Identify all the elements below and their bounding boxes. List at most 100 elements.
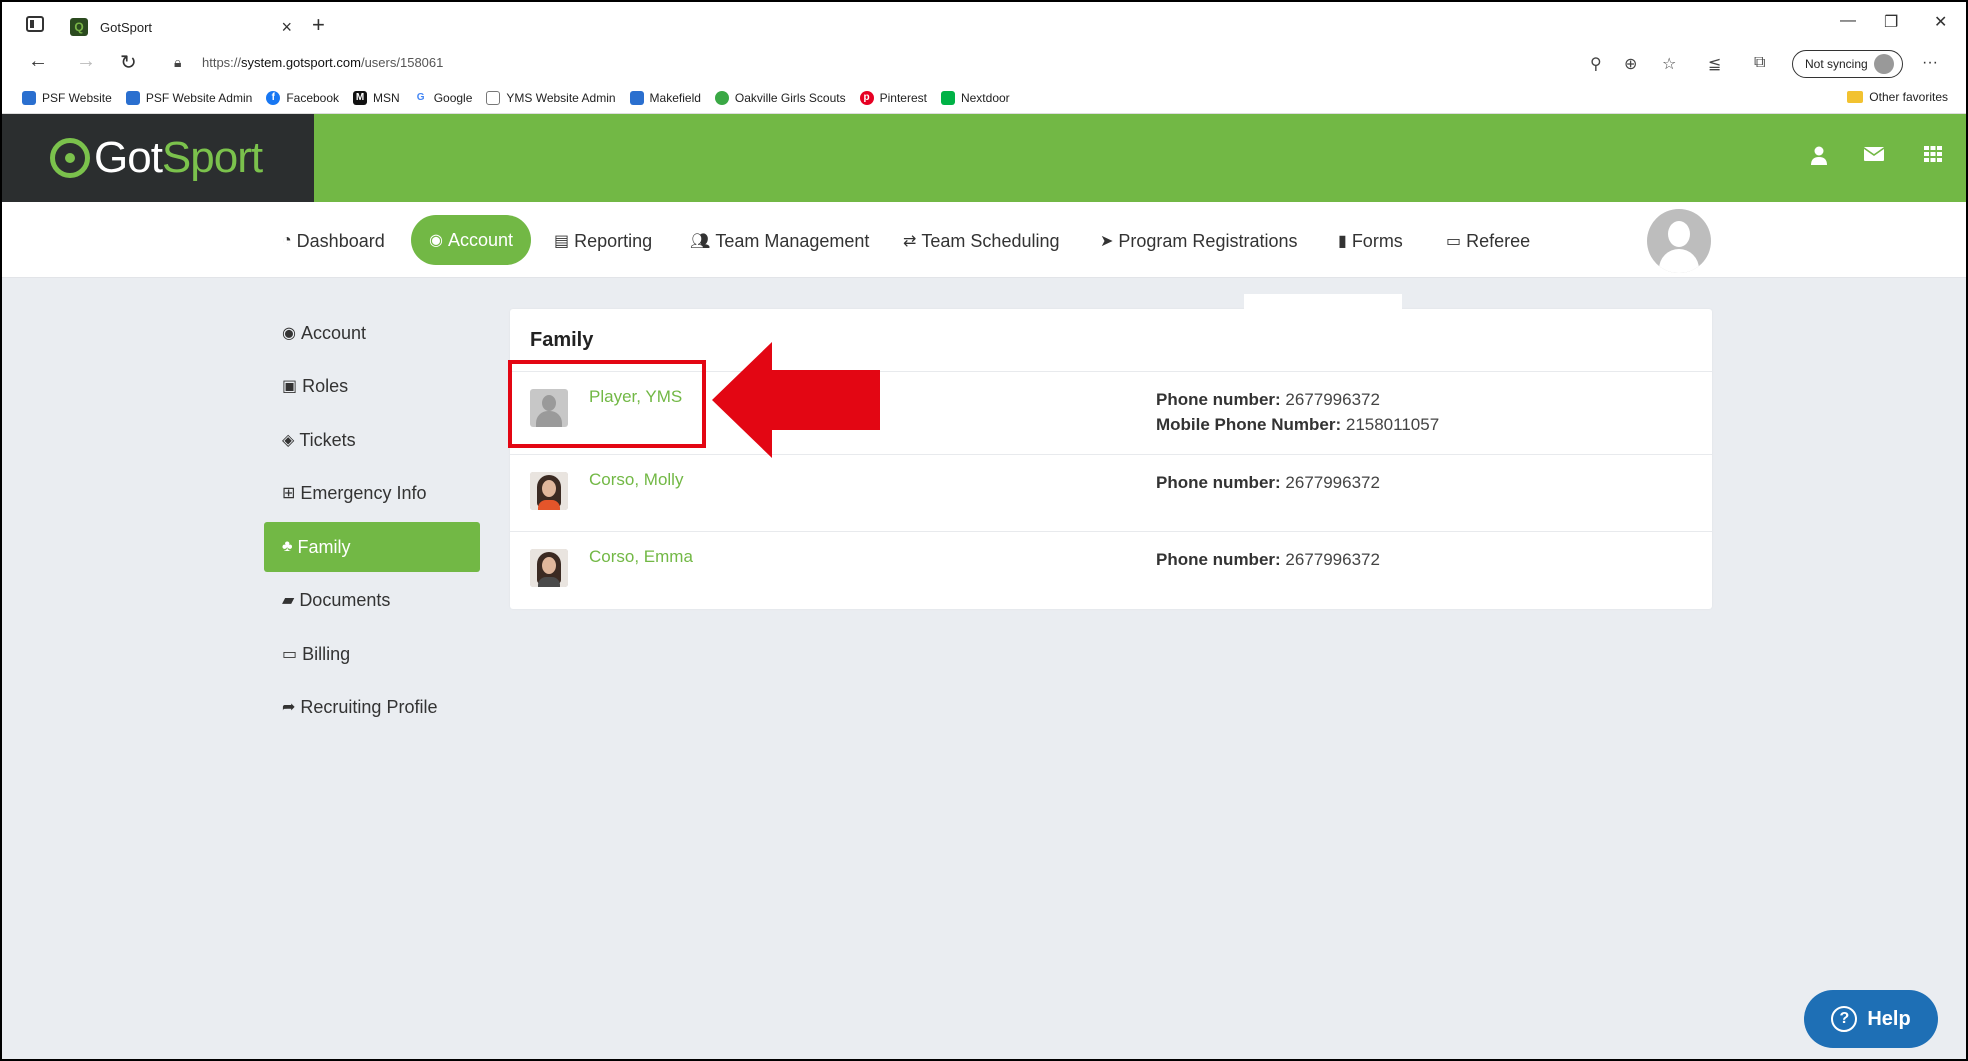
photo-face	[542, 557, 556, 574]
favorite-google[interactable]: G Google	[413, 90, 472, 105]
favorite-label: YMS Website Admin	[506, 90, 616, 105]
grid-menu-icon[interactable]	[1924, 146, 1944, 166]
nav-forms[interactable]: ▮ Forms	[1338, 226, 1403, 256]
new-tab-icon[interactable]: +	[312, 12, 325, 38]
other-favorites-folder[interactable]: Other favorites	[1847, 90, 1948, 104]
folder-icon	[1847, 91, 1864, 103]
msn-icon: M	[353, 90, 368, 105]
phone-line: Phone number: 2677996372	[1156, 387, 1439, 412]
help-button[interactable]: ? Help	[1804, 990, 1938, 1048]
sidebar-item-label: Account	[300, 322, 367, 343]
favorite-oakville-girls-scouts[interactable]: Oakville Girls Scouts	[714, 90, 846, 105]
user-icon[interactable]	[1810, 146, 1830, 166]
favorites-icon[interactable]: ≦	[1708, 54, 1721, 74]
favorites-bar: PSF Website PSF Website Admin f Facebook …	[2, 82, 1966, 114]
family-card: Family Player, YMS Phone number: 2677996…	[510, 309, 1712, 609]
favorite-yms-website-admin[interactable]: YMS Website Admin	[486, 90, 616, 105]
sidebar-item-label: Roles	[302, 375, 349, 396]
member-contact: Phone number: 2677996372	[1156, 547, 1380, 572]
help-label: Help	[1867, 1007, 1911, 1030]
back-icon[interactable]: ←	[28, 50, 48, 73]
close-window-icon[interactable]: ✕	[1934, 12, 1947, 32]
collections-icon[interactable]: ⧉	[1754, 54, 1765, 72]
reload-icon[interactable]: ↻	[120, 50, 137, 75]
nav-label: Account	[447, 229, 514, 250]
content-area: ◉ Account ▣ Roles ◈ Tickets ⊞ Emergency Info…	[2, 278, 1966, 1059]
nav-account[interactable]: ◉ Account	[411, 215, 532, 265]
sidebar-item-account[interactable]: ◉ Account	[264, 308, 480, 358]
sidebar-item-tickets[interactable]: ◈ Tickets	[264, 415, 480, 465]
tab-title: GotSport	[100, 19, 153, 35]
favorite-makefield[interactable]: Makefield	[629, 90, 701, 105]
nav-program-registrations[interactable]: ➤ Program Registrations	[1100, 226, 1297, 256]
other-favorites-label: Other favorites	[1869, 90, 1948, 104]
nav-label: Team Scheduling	[921, 230, 1060, 251]
minimize-icon[interactable]: —	[1840, 12, 1856, 30]
favorite-psf-website[interactable]: PSF Website	[22, 90, 112, 105]
tab-close-icon[interactable]: ×	[281, 17, 292, 38]
key-icon[interactable]: ⚲	[1590, 54, 1602, 74]
nav-team-management[interactable]: 👥︎ Team Management	[690, 226, 869, 256]
screenshot-frame: Q GotSport × + — ❐ ✕ ← → ↻ 🔒︎ https://sy…	[0, 0, 1968, 1061]
zoom-icon[interactable]: ⊕	[1624, 54, 1637, 74]
user-circle-icon: ◉	[282, 325, 296, 342]
phone-label: Phone number:	[1156, 473, 1281, 492]
phone-line: Phone number: 2677996372	[1156, 547, 1380, 572]
favorite-label: Oakville Girls Scouts	[734, 90, 846, 105]
nav-referee[interactable]: ▭ Referee	[1446, 226, 1530, 256]
mobile-value: 2158011057	[1345, 415, 1440, 434]
question-circle-icon: ?	[1831, 1006, 1858, 1032]
browser-tab-bar: Q GotSport × + — ❐ ✕	[2, 2, 1966, 46]
favorite-msn[interactable]: M MSN	[353, 90, 400, 105]
sitemap-icon: ♣	[282, 538, 293, 555]
restore-icon[interactable]: ❐	[1884, 12, 1898, 32]
gotsport-favicon-icon: Q	[70, 18, 88, 36]
member-contact: Phone number: 2677996372 Mobile Phone Nu…	[1156, 387, 1439, 437]
phone-label: Phone number:	[1156, 550, 1281, 569]
member-name-link[interactable]: Corso, Emma	[589, 547, 693, 567]
lock-icon[interactable]: 🔒︎	[174, 54, 181, 71]
nav-reporting[interactable]: ▤ Reporting	[554, 226, 652, 256]
mobile-line: Mobile Phone Number: 2158011057	[1156, 412, 1439, 437]
annotation-arrow-icon	[712, 342, 880, 458]
more-options-icon[interactable]: ···	[1922, 54, 1938, 72]
gotsport-logo[interactable]: GotSport	[2, 114, 314, 202]
favorite-label: PSF Website Admin	[145, 90, 253, 105]
sidebar-item-family[interactable]: ♣ Family	[264, 522, 480, 572]
envelope-icon[interactable]	[1863, 146, 1885, 166]
browser-address-bar: ← → ↻ 🔒︎ https://system.gotsport.com/use…	[2, 46, 1966, 82]
favorite-pinterest[interactable]: p Pinterest	[859, 90, 927, 105]
nav-team-scheduling[interactable]: ⇄ Team Scheduling	[903, 226, 1060, 256]
browser-tab[interactable]: Q GotSport ×	[58, 8, 304, 46]
sidebar-item-emergency-info[interactable]: ⊞ Emergency Info	[264, 468, 480, 518]
sidebar-item-roles[interactable]: ▣ Roles	[264, 361, 480, 411]
folder-open-icon: ▰	[282, 592, 295, 609]
user-circle-icon: ◉	[429, 232, 443, 249]
phone-value: 2677996372	[1285, 550, 1380, 569]
page-icon	[486, 90, 501, 105]
users-icon: 👥︎	[690, 233, 711, 250]
forward-icon[interactable]: →	[76, 50, 96, 73]
phone-label: Phone number:	[1156, 390, 1281, 409]
profile-sync-button[interactable]: Not syncing	[1792, 50, 1903, 78]
tachometer-icon: ◔	[282, 232, 292, 249]
avatar-head	[1668, 221, 1690, 247]
sidebar-item-recruiting-profile[interactable]: ➦ Recruiting Profile	[264, 682, 480, 732]
family-member-row: Corso, Emma Phone number: 2677996372	[510, 531, 1712, 609]
sync-label: Not syncing	[1805, 57, 1868, 71]
photo-shirt	[538, 500, 560, 510]
gotsport-logo-icon	[50, 138, 90, 178]
sidebar-item-billing[interactable]: ▭ Billing	[264, 629, 480, 679]
url-field[interactable]: https://system.gotsport.com/users/158061	[202, 55, 443, 70]
logo-got: Got	[94, 133, 163, 182]
favorite-facebook[interactable]: f Facebook	[266, 90, 339, 105]
tab-actions-icon[interactable]	[26, 16, 44, 32]
nav-label: Referee	[1466, 230, 1531, 251]
member-name-link[interactable]: Corso, Molly	[589, 470, 683, 490]
user-avatar[interactable]	[1647, 209, 1711, 273]
sidebar-item-documents[interactable]: ▰ Documents	[264, 575, 480, 625]
favorite-psf-website-admin[interactable]: PSF Website Admin	[125, 90, 253, 105]
favorite-nextdoor[interactable]: Nextdoor	[940, 90, 1010, 105]
nav-dashboard[interactable]: ◔ Dashboard	[282, 226, 385, 256]
add-favorite-icon[interactable]: ☆	[1662, 54, 1676, 74]
